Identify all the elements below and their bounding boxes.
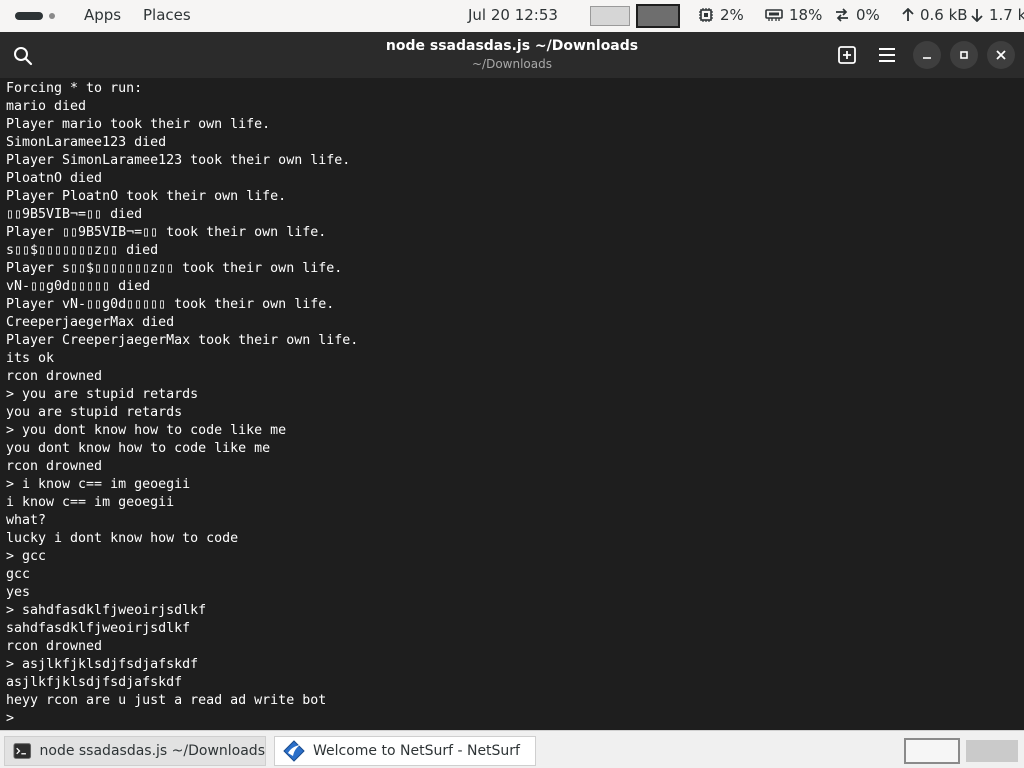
cpu-monitor[interactable]: 2% <box>698 6 744 24</box>
terminal-line: Player CreeperjaegerMax took their own l… <box>6 333 359 348</box>
taskbar-item-terminal[interactable]: node ssadasdas.js ~/Downloads <box>4 736 266 766</box>
minimize-icon <box>923 57 931 59</box>
swap-icon <box>836 8 848 22</box>
terminal-line: > you are stupid retards <box>6 387 199 402</box>
terminal-line: i know c== im geoegii <box>6 495 175 510</box>
taskbar-item-netsurf[interactable]: Welcome to NetSurf - NetSurf <box>274 736 536 766</box>
download-value: 1.7 kB <box>989 6 1024 24</box>
terminal-line: mario died <box>6 99 87 114</box>
terminal-line: Player vN-▯▯g0d▯▯▯▯▯ took their own life… <box>6 297 335 312</box>
terminal-line: rcon drowned <box>6 639 103 654</box>
clock[interactable]: Jul 20 12:53 <box>468 6 558 24</box>
terminal-line: gcc <box>6 567 31 582</box>
terminal-line: heyy rcon are u just a read ad write bot <box>6 693 327 708</box>
new-tab-icon <box>838 46 856 64</box>
terminal-line: Player PloatnO took their own life. <box>6 189 287 204</box>
terminal-line: > i know c== im geoegii <box>6 477 191 492</box>
window-subtitle: ~/Downloads <box>472 57 552 71</box>
terminal-icon <box>13 743 32 759</box>
apps-menu[interactable]: Apps <box>84 6 121 24</box>
download-monitor[interactable]: 1.7 kB <box>971 6 1024 24</box>
terminal-line: what? <box>6 513 47 528</box>
hamburger-menu-icon <box>879 48 895 62</box>
workspace-switcher-2[interactable] <box>966 740 1018 762</box>
maximize-icon <box>960 51 968 59</box>
cpu-value: 2% <box>720 6 744 24</box>
terminal-output[interactable]: Forcing * to run: mario died Player mario … <box>0 78 1024 730</box>
maximize-button[interactable] <box>950 41 978 69</box>
terminal-line: Player s▯▯$▯▯▯▯▯▯▯z▯▯ took their own lif… <box>6 261 343 276</box>
terminal-line: SimonLaramee123 died <box>6 135 167 150</box>
swap-value: 0% <box>856 6 880 24</box>
memory-value: 18% <box>789 6 823 24</box>
terminal-line: s▯▯$▯▯▯▯▯▯▯z▯▯ died <box>6 243 159 258</box>
activities-button[interactable] <box>0 0 70 32</box>
taskbar-item-label: node ssadasdas.js ~/Downloads <box>39 743 266 759</box>
terminal-line: rcon drowned <box>6 459 103 474</box>
terminal-line: CreeperjaegerMax died <box>6 315 175 330</box>
taskbar-item-label: Welcome to NetSurf - NetSurf <box>313 743 520 759</box>
terminal-line: Forcing * to run: <box>6 81 143 96</box>
terminal-line: > asjlkfjklsdjfsdjafskdf <box>6 657 199 672</box>
netsurf-icon <box>283 740 305 762</box>
terminal-line: > <box>6 711 15 726</box>
terminal-headerbar: node ssadasdas.js ~/Downloads ~/Download… <box>0 32 1024 78</box>
terminal-line: yes <box>6 585 31 600</box>
upload-arrow-icon <box>902 8 914 21</box>
terminal-line: Player ▯▯9B5VIB¬=▯▯ took their own life. <box>6 225 327 240</box>
workspace-switcher-1[interactable] <box>904 738 960 764</box>
places-menu[interactable]: Places <box>143 6 191 24</box>
main-menu-button[interactable] <box>876 45 898 65</box>
download-arrow-icon <box>971 9 983 22</box>
window-title: node ssadasdas.js ~/Downloads <box>385 38 639 54</box>
terminal-line: PloatnO died <box>6 171 103 186</box>
terminal-line: > sahdfasdklfjweoirjsdlkf <box>6 603 207 618</box>
cpu-icon <box>699 8 713 22</box>
terminal-line: ▯▯9B5VIB¬=▯▯ died <box>6 207 143 222</box>
terminal-line: lucky i dont know how to code <box>6 531 239 546</box>
terminal-line: you dont know how to code like me <box>6 441 271 456</box>
memory-icon <box>765 9 783 21</box>
minimize-button[interactable] <box>913 41 941 69</box>
workspace-indicator-1[interactable] <box>590 6 630 26</box>
window-list-taskbar: node ssadasdas.js ~/Downloads Welcome to… <box>0 730 1024 768</box>
terminal-line: > gcc <box>6 549 47 564</box>
terminal-line: vN-▯▯g0d▯▯▯▯▯ died <box>6 279 151 294</box>
terminal-line: sahdfasdklfjweoirjsdlkf <box>6 621 191 636</box>
terminal-line: Player SimonLaramee123 took their own li… <box>6 153 351 168</box>
terminal-line: its ok <box>6 351 55 366</box>
activities-pill-icon <box>15 12 43 20</box>
close-button[interactable] <box>987 41 1015 69</box>
workspace-indicator-2[interactable] <box>636 4 680 28</box>
top-panel: Apps Places Jul 20 12:53 2% 18% 0% 0.6 k… <box>0 0 1024 32</box>
swap-monitor[interactable]: 0% <box>834 6 880 24</box>
upload-monitor[interactable]: 0.6 kB <box>902 6 968 24</box>
terminal-line: Player mario took their own life. <box>6 117 271 132</box>
terminal-line: you are stupid retards <box>6 405 183 420</box>
memory-monitor[interactable]: 18% <box>765 6 822 24</box>
activities-dot-icon <box>49 13 55 19</box>
upload-value: 0.6 kB <box>920 6 968 24</box>
terminal-line: > you dont know how to code like me <box>6 423 287 438</box>
terminal-line: rcon drowned <box>6 369 103 384</box>
terminal-line: asjlkfjklsdjfsdjafskdf <box>6 675 183 690</box>
new-tab-button[interactable] <box>836 44 858 66</box>
close-icon <box>996 50 1006 60</box>
